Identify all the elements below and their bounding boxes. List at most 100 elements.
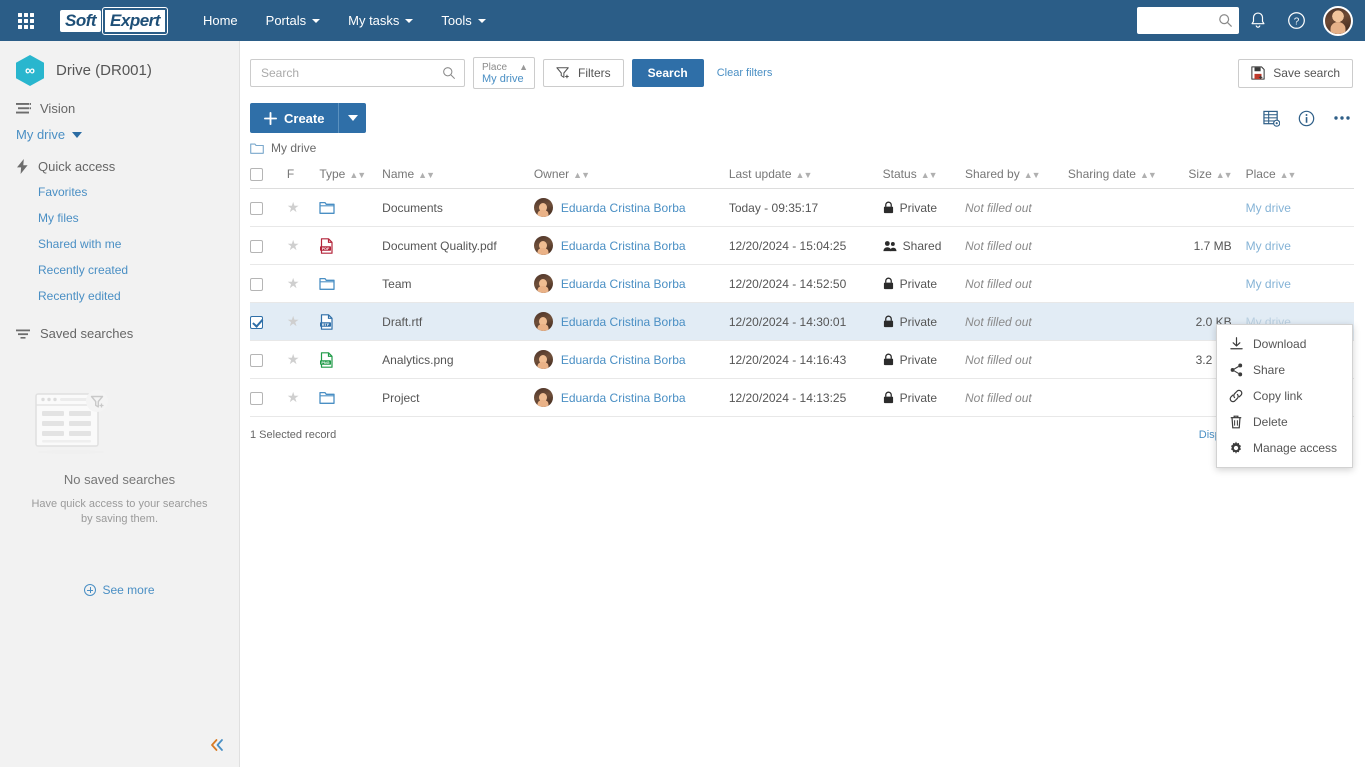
star-icon[interactable]: ★ xyxy=(287,199,300,215)
context-menu-item-copy-link[interactable]: Copy link xyxy=(1217,383,1352,409)
save-search-button[interactable]: Save search xyxy=(1238,59,1353,88)
th-name[interactable]: Name▲▼ xyxy=(382,161,534,189)
nav-item-my-tasks[interactable]: My tasks xyxy=(334,0,427,41)
search-box[interactable] xyxy=(250,59,465,87)
context-menu-item-delete[interactable]: Delete xyxy=(1217,409,1352,435)
owner-link[interactable]: Eduarda Cristina Borba xyxy=(561,201,686,215)
sidebar-item-vision[interactable]: Vision xyxy=(0,96,239,121)
owner-link[interactable]: Eduarda Cristina Borba xyxy=(561,315,686,329)
apps-grid-icon[interactable] xyxy=(6,13,46,29)
th-last-update[interactable]: Last update▲▼ xyxy=(729,161,883,189)
clear-filters-link[interactable]: Clear filters xyxy=(717,67,773,79)
sort-icon[interactable]: ▲▼ xyxy=(921,170,937,180)
sort-icon[interactable]: ▲▼ xyxy=(1216,170,1232,180)
cell-name[interactable]: Analytics.png xyxy=(382,341,534,379)
owner-link[interactable]: Eduarda Cristina Borba xyxy=(561,277,686,291)
lock-icon xyxy=(883,315,894,328)
create-dropdown-button[interactable] xyxy=(338,103,366,133)
search-icon[interactable] xyxy=(442,66,456,80)
context-menu-item-download[interactable]: Download xyxy=(1217,331,1352,357)
row-checkbox[interactable] xyxy=(250,202,263,215)
cell-name[interactable]: Project xyxy=(382,379,534,417)
place-filter-button[interactable]: Place My drive ▲ xyxy=(473,57,535,89)
softexpert-logo[interactable]: Soft Expert xyxy=(60,8,167,34)
star-icon[interactable]: ★ xyxy=(287,237,300,253)
filters-button[interactable]: Filters xyxy=(543,59,624,87)
sidebar-item-shared-with-me[interactable]: Shared with me xyxy=(0,231,239,257)
global-search-input[interactable] xyxy=(1143,13,1218,29)
th-size[interactable]: Size▲▼ xyxy=(1168,161,1246,189)
sidebar-section-quick-access[interactable]: Quick access xyxy=(0,154,239,179)
table-row[interactable]: ★ Project Eduarda Cristina Borba 12/20/2… xyxy=(250,379,1354,417)
table-row[interactable]: ★ PNG Analytics.png Eduarda Cristina Bor… xyxy=(250,341,1354,379)
th-status[interactable]: Status▲▼ xyxy=(883,161,965,189)
nav-item-home[interactable]: Home xyxy=(189,0,252,41)
sidebar-label: My files xyxy=(38,211,79,225)
info-circle-icon[interactable] xyxy=(1298,110,1315,127)
nav-item-tools[interactable]: Tools xyxy=(427,0,499,41)
th-shared-by[interactable]: Shared by▲▼ xyxy=(965,161,1068,189)
star-icon[interactable]: ★ xyxy=(287,351,300,367)
sidebar-item-my-files[interactable]: My files xyxy=(0,205,239,231)
chevron-down-icon[interactable] xyxy=(72,132,82,138)
create-button[interactable]: Create xyxy=(250,103,338,133)
sidebar-section-saved-searches[interactable]: Saved searches xyxy=(0,321,239,346)
breadcrumb[interactable]: My drive xyxy=(241,135,1365,161)
table-row[interactable]: ★ PDF Document Quality.pdf Eduarda Crist… xyxy=(250,227,1354,265)
search-icon[interactable] xyxy=(1218,13,1233,28)
row-checkbox[interactable] xyxy=(250,392,263,405)
sidebar-item-recently-created[interactable]: Recently created xyxy=(0,257,239,283)
global-search-box[interactable] xyxy=(1137,7,1239,34)
row-checkbox[interactable] xyxy=(250,240,263,253)
sidebar-item-my-drive[interactable]: My drive xyxy=(0,121,239,148)
star-icon[interactable]: ★ xyxy=(287,275,300,291)
row-checkbox[interactable] xyxy=(250,354,263,367)
table-row[interactable]: ★ Team Eduarda Cristina Borba 12/20/2024… xyxy=(250,265,1354,303)
search-input[interactable] xyxy=(259,65,442,81)
table-row[interactable]: ★ Documents Eduarda Cristina Borba Today… xyxy=(250,189,1354,227)
owner-link[interactable]: Eduarda Cristina Borba xyxy=(561,353,686,367)
more-options-icon[interactable] xyxy=(1333,115,1351,121)
notifications-bell-icon[interactable] xyxy=(1239,0,1277,41)
configure-columns-icon[interactable] xyxy=(1263,110,1280,127)
sidebar-label: Vision xyxy=(40,101,75,116)
sort-icon[interactable]: ▲▼ xyxy=(1280,170,1296,180)
th-place[interactable]: Place▲▼ xyxy=(1246,161,1354,189)
cell-name[interactable]: Documents xyxy=(382,189,534,227)
row-checkbox[interactable] xyxy=(250,278,263,291)
place-link[interactable]: My drive xyxy=(1246,239,1291,253)
cell-name[interactable]: Team xyxy=(382,265,534,303)
nav-item-portals[interactable]: Portals xyxy=(252,0,334,41)
star-icon[interactable]: ★ xyxy=(287,313,300,329)
table-row[interactable]: ★ RTF Draft.rtf Eduarda Cristina Borba xyxy=(250,303,1354,341)
context-menu-item-share[interactable]: Share xyxy=(1217,357,1352,383)
sidebar-collapse-button[interactable] xyxy=(205,733,229,757)
cell-name[interactable]: Draft.rtf xyxy=(382,303,534,341)
cell-name[interactable]: Document Quality.pdf xyxy=(382,227,534,265)
sidebar-item-favorites[interactable]: Favorites xyxy=(0,179,239,205)
th-type[interactable]: Type▲▼ xyxy=(319,161,382,189)
help-icon[interactable]: ? xyxy=(1277,0,1315,41)
sort-icon[interactable]: ▲▼ xyxy=(1024,170,1040,180)
row-checkbox[interactable] xyxy=(250,316,263,329)
sort-icon[interactable]: ▲▼ xyxy=(796,170,812,180)
user-avatar[interactable] xyxy=(1323,6,1353,36)
owner-link[interactable]: Eduarda Cristina Borba xyxy=(561,391,686,405)
context-menu-item-manage-access[interactable]: Manage access xyxy=(1217,435,1352,461)
cell-last-update: Today - 09:35:17 xyxy=(729,189,883,227)
owner-link[interactable]: Eduarda Cristina Borba xyxy=(561,239,686,253)
star-icon[interactable]: ★ xyxy=(287,389,300,405)
sort-icon[interactable]: ▲▼ xyxy=(573,170,589,180)
sort-icon[interactable]: ▲▼ xyxy=(349,170,365,180)
th-sharing-date[interactable]: Sharing date▲▼ xyxy=(1068,161,1168,189)
place-link[interactable]: My drive xyxy=(1246,201,1291,215)
place-link[interactable]: My drive xyxy=(1246,277,1291,291)
sidebar-item-recently-edited[interactable]: Recently edited xyxy=(0,283,239,309)
th-favorite[interactable]: F xyxy=(287,161,320,189)
sort-icon[interactable]: ▲▼ xyxy=(1140,170,1156,180)
search-button[interactable]: Search xyxy=(632,59,704,87)
th-owner[interactable]: Owner▲▼ xyxy=(534,161,729,189)
select-all-checkbox[interactable] xyxy=(250,168,263,181)
see-more-button[interactable]: See more xyxy=(0,583,239,597)
sort-icon[interactable]: ▲▼ xyxy=(418,170,434,180)
